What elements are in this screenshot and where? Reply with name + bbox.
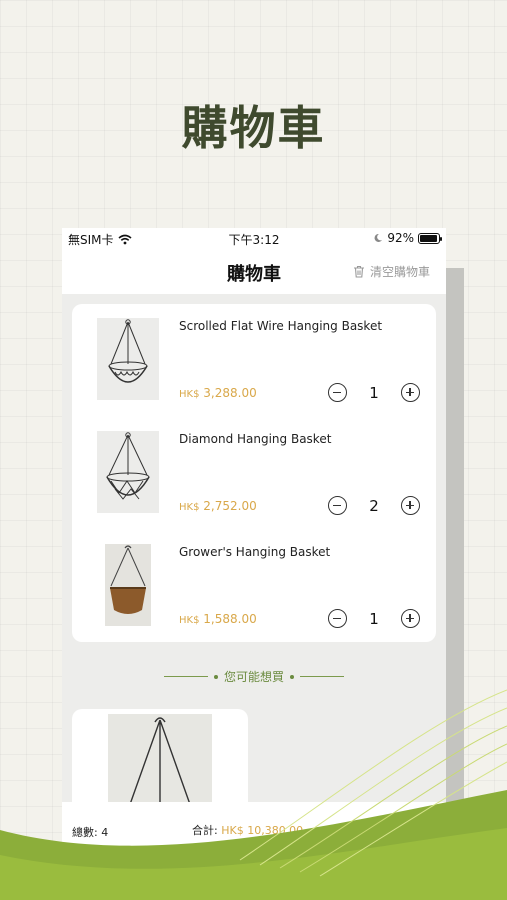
phone-screen: 無SIM卡 下午3:12 92% 購物車 清空購物車 Scrolled Flat… — [62, 228, 446, 868]
nav-bar: 購物車 清空購物車 — [62, 250, 446, 294]
product-name: Diamond Hanging Basket — [179, 432, 332, 446]
product-image — [97, 544, 159, 626]
quantity-stepper: 1 — [328, 609, 420, 629]
cart-item[interactable]: Grower's Hanging Basket HK$ 1,588.00 1 — [72, 530, 436, 643]
cart-item[interactable]: Scrolled Flat Wire Hanging Basket HK$ 3,… — [72, 304, 436, 417]
suggestion-heading: 您可能想買 — [62, 668, 446, 685]
cart-item[interactable]: Diamond Hanging Basket HK$ 2,752.00 2 — [72, 417, 436, 530]
product-image — [97, 431, 159, 513]
decrease-quantity-button[interactable] — [328, 383, 347, 402]
quantity-stepper: 1 — [328, 383, 420, 403]
battery-icon — [418, 232, 442, 244]
product-name: Grower's Hanging Basket — [179, 545, 331, 559]
clear-cart-button[interactable]: 清空購物車 — [353, 263, 430, 280]
currency-code: HK$ — [179, 389, 200, 400]
product-image — [97, 318, 159, 400]
divider — [300, 676, 344, 677]
cart-list: Scrolled Flat Wire Hanging Basket HK$ 3,… — [72, 304, 436, 642]
total-amount: 合計: HK$ 10,380.00 — [192, 822, 303, 838]
product-name: Scrolled Flat Wire Hanging Basket — [179, 319, 383, 333]
promo-title: 購物車 — [181, 101, 326, 155]
quantity-value: 2 — [369, 497, 379, 515]
product-price: HK$ 2,752.00 — [179, 499, 257, 513]
total-count: 總數: 4 — [72, 826, 109, 839]
product-price: HK$ 1,588.00 — [179, 612, 257, 626]
increase-quantity-button[interactable] — [401, 496, 420, 515]
quantity-value: 1 — [369, 384, 379, 402]
bullet — [290, 674, 294, 679]
quantity-stepper: 2 — [328, 496, 420, 516]
currency-code: HK$ — [179, 502, 200, 513]
price-value: 3,288.00 — [203, 386, 257, 400]
quantity-value: 1 — [369, 610, 379, 628]
currency-code: HK$ — [179, 615, 200, 626]
status-bar: 無SIM卡 下午3:12 92% — [62, 228, 446, 250]
price-value: 2,752.00 — [203, 499, 257, 513]
checkout-bar: 總數: 4 合計: HK$ 10,380.00 — [62, 802, 446, 868]
device-shadow — [446, 268, 464, 828]
increase-quantity-button[interactable] — [401, 383, 420, 402]
moon-icon — [374, 233, 383, 242]
total-label: 合計: — [192, 824, 218, 837]
price-value: 1,588.00 — [203, 612, 257, 626]
decrease-quantity-button[interactable] — [328, 496, 347, 515]
trash-icon — [353, 265, 364, 278]
clear-cart-label: 清空購物車 — [369, 265, 430, 279]
suggestion-title: 您可能想買 — [223, 670, 284, 684]
total-value: HK$ 10,380.00 — [221, 824, 304, 837]
decrease-quantity-button[interactable] — [328, 609, 347, 628]
bullet — [213, 674, 218, 679]
battery-level — [420, 234, 437, 242]
battery-percent: 92% — [387, 231, 414, 245]
increase-quantity-button[interactable] — [401, 609, 420, 628]
product-price: HK$ 3,288.00 — [179, 386, 257, 400]
divider — [163, 676, 208, 677]
